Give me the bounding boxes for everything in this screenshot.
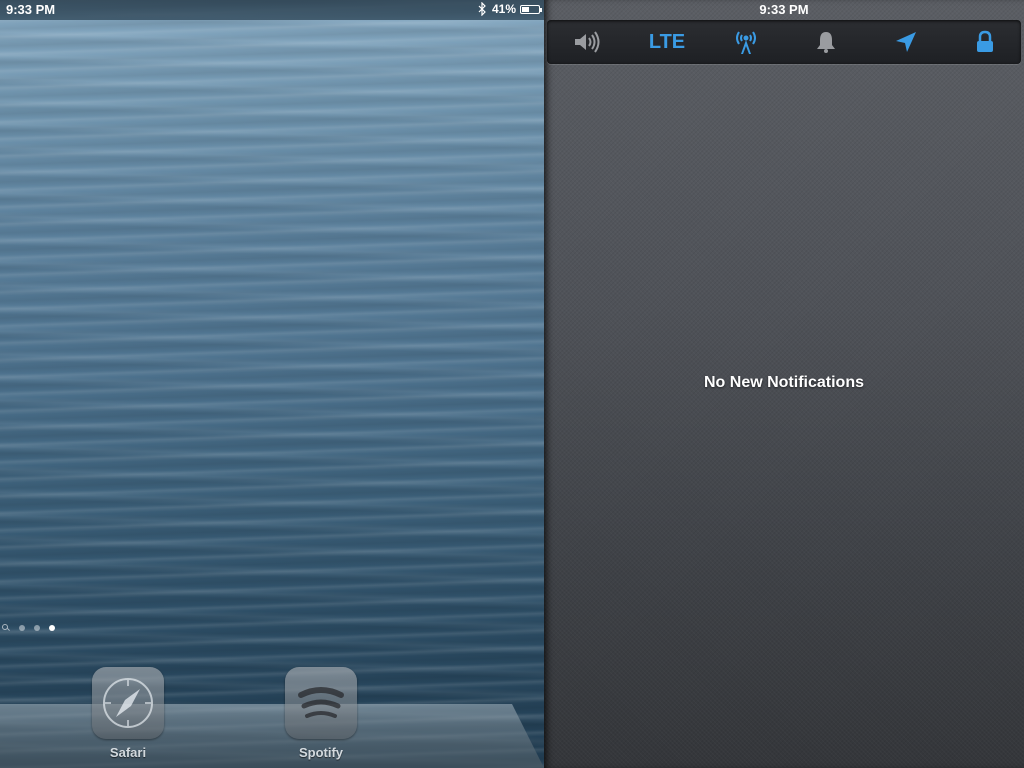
antenna-icon bbox=[736, 31, 756, 54]
empty-notifications-message: No New Notifications bbox=[703, 374, 864, 391]
dock-app-spotify[interactable]: Spotify bbox=[285, 667, 357, 760]
status-right: 41% bbox=[476, 2, 542, 16]
notification-center: 9:33 PM LTE No New Notifications bbox=[544, 0, 1024, 768]
toggle-hotspot[interactable] bbox=[716, 20, 776, 64]
spotlight-search-icon[interactable] bbox=[2, 624, 10, 632]
lte-label: LTE bbox=[648, 30, 686, 53]
toggle-volume[interactable] bbox=[557, 20, 617, 64]
compass-glyph bbox=[103, 678, 153, 728]
bluetooth-icon bbox=[478, 2, 486, 16]
safari-compass-icon[interactable] bbox=[92, 667, 164, 739]
location-arrow-icon bbox=[896, 32, 916, 52]
page-dot[interactable] bbox=[19, 625, 25, 631]
spotify-icon[interactable] bbox=[285, 667, 357, 739]
dock-app-label: Spotify bbox=[298, 745, 344, 760]
lock-icon bbox=[977, 30, 993, 52]
dock-app-label: Safari bbox=[109, 745, 147, 760]
status-time: 9:33 PM bbox=[6, 2, 56, 17]
page-dot[interactable] bbox=[34, 625, 40, 631]
speaker-icon bbox=[575, 31, 600, 53]
dock-app-safari[interactable]: Safari bbox=[92, 667, 164, 760]
page-dot-active[interactable] bbox=[49, 625, 55, 631]
toggle-rotation-lock[interactable] bbox=[955, 20, 1015, 64]
toggle-notifications[interactable] bbox=[796, 20, 856, 64]
battery-icon bbox=[520, 4, 542, 14]
toggle-location[interactable] bbox=[876, 20, 936, 64]
bell-icon bbox=[817, 32, 835, 53]
dock bbox=[0, 704, 544, 768]
battery-level bbox=[522, 6, 529, 12]
quick-toggles-bar: LTE bbox=[547, 20, 1021, 64]
status-time: 9:33 PM bbox=[759, 2, 809, 17]
toggle-lte[interactable]: LTE bbox=[637, 20, 697, 64]
status-bar: 9:33 PM 41% bbox=[0, 0, 544, 20]
battery-percent: 41% bbox=[491, 2, 516, 16]
home-screen: 9:33 PM 41% Safari Spotify bbox=[0, 0, 544, 768]
spotify-glyph bbox=[298, 687, 344, 718]
page-indicator[interactable] bbox=[2, 624, 55, 632]
